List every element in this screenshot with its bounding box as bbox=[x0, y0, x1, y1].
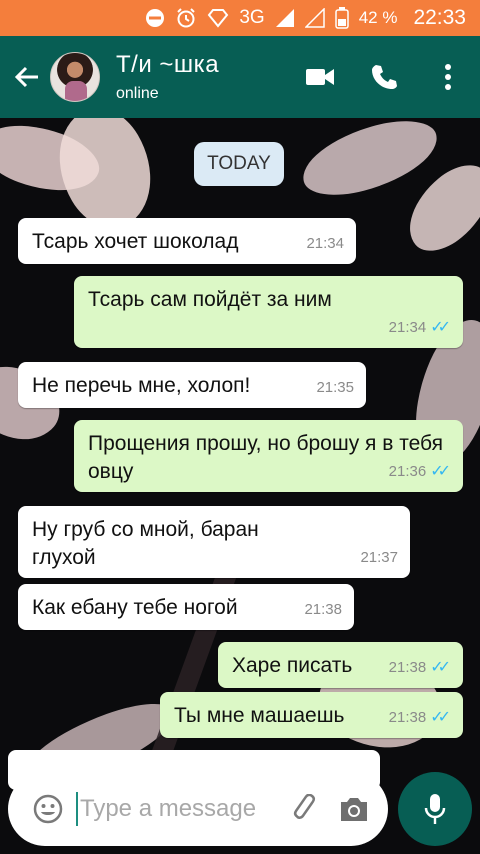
signal-sim2-icon bbox=[304, 8, 325, 28]
wallpaper-petal bbox=[294, 118, 446, 206]
attach-button[interactable] bbox=[286, 789, 326, 829]
message-incoming[interactable]: Не перечь мне, холоп! 21:35 bbox=[18, 362, 366, 408]
battery-icon bbox=[334, 7, 349, 29]
back-button[interactable] bbox=[4, 36, 50, 118]
message-text: Не перечь мне, холоп! bbox=[32, 374, 251, 397]
network-type: 3G bbox=[239, 7, 265, 28]
message-text: Ты мне машаешь bbox=[174, 704, 345, 727]
status-bar: 3G 42 % 22:33 bbox=[0, 0, 480, 36]
camera-icon bbox=[341, 798, 367, 821]
message-incoming[interactable]: Тсарь хочет шоколад 21:34 bbox=[18, 218, 356, 264]
signal-icon bbox=[275, 8, 295, 28]
message-time: 21:38 bbox=[304, 601, 342, 618]
message-text: Как ебану тебе ногой bbox=[32, 596, 238, 619]
voice-call-button[interactable] bbox=[352, 36, 416, 118]
message-incoming[interactable]: Ну груб со мной, баран глухой 21:37 bbox=[18, 506, 410, 578]
avatar[interactable] bbox=[50, 52, 100, 102]
message-input[interactable] bbox=[76, 792, 286, 826]
phone-icon bbox=[372, 65, 397, 89]
arrow-back-icon bbox=[14, 66, 38, 88]
video-camera-icon bbox=[306, 69, 334, 85]
alarm-icon bbox=[175, 7, 197, 29]
message-outgoing[interactable]: Тсарь сам пойдёт за ним 21:34 ✓✓ bbox=[74, 276, 463, 348]
emoji-icon bbox=[33, 794, 63, 824]
message-time: 21:36 bbox=[388, 463, 427, 480]
message-time: 21:35 bbox=[316, 379, 354, 396]
voice-message-button[interactable] bbox=[398, 772, 472, 846]
chat-header: Т/и ~шка online bbox=[0, 36, 480, 118]
chat-area[interactable]: TODAY Тсарь хочет шоколад 21:34 Тсарь са… bbox=[0, 118, 480, 854]
kebab-menu-icon bbox=[445, 64, 451, 90]
message-time: 21:37 bbox=[360, 549, 398, 566]
contact-info[interactable]: Т/и ~шка online bbox=[116, 51, 288, 103]
message-time: 21:38 bbox=[388, 709, 427, 726]
message-text: Тсарь хочет шоколад bbox=[32, 230, 239, 253]
emoji-button[interactable] bbox=[26, 787, 70, 831]
message-incoming[interactable]: Как ебану тебе ногой 21:38 bbox=[18, 584, 354, 630]
message-time: 21:34 bbox=[306, 235, 344, 252]
message-time: 21:34 bbox=[388, 319, 427, 336]
read-receipt-icon: ✓✓ bbox=[430, 463, 451, 480]
message-outgoing[interactable]: Харе писать 21:38 ✓✓ bbox=[218, 642, 463, 688]
message-outgoing[interactable]: Прощения прошу, но брошу я в тебя овцу 2… bbox=[74, 420, 463, 492]
message-text: Харе писать bbox=[232, 654, 353, 677]
message-text: Тсарь сам пойдёт за ним bbox=[88, 288, 332, 311]
battery-percent: 42 % bbox=[358, 8, 398, 27]
read-receipt-icon: ✓✓ bbox=[430, 319, 451, 336]
more-options-button[interactable] bbox=[416, 36, 480, 118]
message-composer bbox=[8, 772, 388, 846]
camera-button[interactable] bbox=[334, 789, 374, 829]
vpn-diamond-icon bbox=[207, 8, 229, 28]
message-outgoing[interactable]: Ты мне машаешь 21:38 ✓✓ bbox=[160, 692, 463, 738]
read-receipt-icon: ✓✓ bbox=[430, 659, 451, 676]
contact-status: online bbox=[116, 85, 159, 102]
clock: 22:33 bbox=[413, 6, 466, 29]
date-divider: TODAY bbox=[194, 142, 284, 186]
dnd-icon bbox=[145, 8, 165, 28]
read-receipt-icon: ✓✓ bbox=[430, 709, 451, 726]
video-call-button[interactable] bbox=[288, 36, 352, 118]
message-text: Ну груб со мной, баран глухой bbox=[32, 518, 259, 569]
contact-name: Т/и ~шка bbox=[116, 51, 220, 78]
paperclip-icon bbox=[293, 794, 316, 819]
microphone-icon bbox=[424, 794, 446, 824]
message-time: 21:38 bbox=[388, 659, 427, 676]
